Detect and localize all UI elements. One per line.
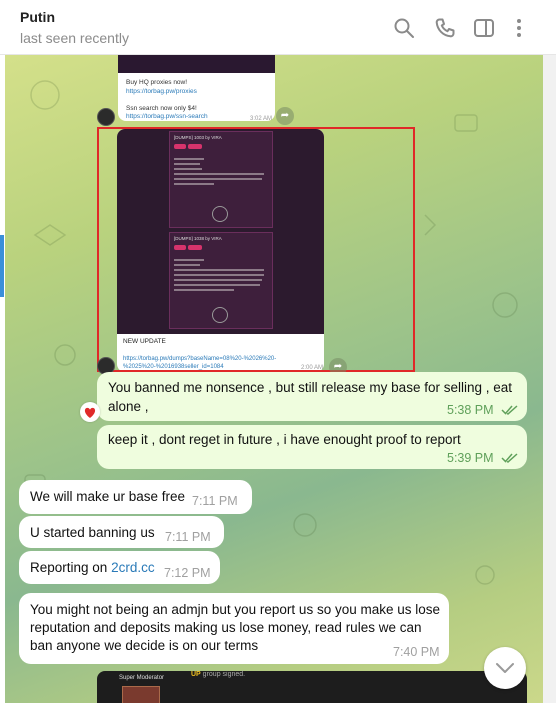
message-text: We will make ur base free bbox=[30, 489, 186, 504]
left-accent-bar bbox=[0, 235, 4, 297]
message-time: 7:12 PM bbox=[164, 566, 211, 580]
message-time: 5:39 PM bbox=[447, 451, 494, 465]
outgoing-message[interactable]: You banned me nonsence , but still relea… bbox=[97, 372, 527, 421]
message-link[interactable]: 2crd.cc bbox=[111, 560, 155, 575]
card-text: UP group signed. bbox=[191, 671, 245, 678]
forwarded-image-card[interactable]: Super Moderator UP group signed. bbox=[97, 671, 527, 703]
read-checkmarks-icon bbox=[501, 405, 518, 415]
chevron-down-icon bbox=[496, 663, 514, 673]
message-time: 7:11 PM bbox=[192, 494, 238, 508]
user-role: Super Moderator bbox=[119, 675, 165, 681]
card-link[interactable]: https://torbag.pw/proxies bbox=[126, 88, 197, 95]
message-time: 3:02 AM bbox=[250, 116, 273, 122]
message-text: keep it , dont reget in future , i have … bbox=[108, 432, 461, 447]
card-text-body: group signed. bbox=[200, 671, 246, 678]
chat-title[interactable]: Putin bbox=[20, 9, 55, 25]
read-checkmarks-icon bbox=[501, 453, 518, 463]
message-time: 5:38 PM bbox=[447, 403, 494, 417]
card-text-line: Ssn search now only $4! bbox=[126, 105, 197, 112]
message-text-prefix: Reporting on bbox=[30, 560, 112, 575]
scrollbar[interactable] bbox=[543, 55, 556, 703]
message-text: Reporting on 2crd.cc bbox=[30, 560, 155, 575]
card-image bbox=[118, 55, 275, 73]
incoming-message[interactable]: We will make ur base free 7:11 PM bbox=[19, 480, 252, 514]
scroll-down-button[interactable] bbox=[484, 647, 526, 689]
phone-icon[interactable] bbox=[433, 16, 457, 40]
incoming-message[interactable]: You might not being an admjn but you rep… bbox=[19, 593, 449, 664]
user-avatar bbox=[122, 686, 160, 703]
card-link[interactable]: https://torbag.pw/ssn-search bbox=[126, 113, 208, 120]
heart-reaction-icon[interactable] bbox=[80, 402, 100, 422]
incoming-message[interactable]: U started banning us 7:11 PM bbox=[19, 516, 224, 548]
sender-avatar[interactable] bbox=[97, 108, 115, 126]
sidebar-toggle-icon[interactable] bbox=[472, 16, 496, 40]
outgoing-message[interactable]: keep it , dont reget in future , i have … bbox=[97, 425, 527, 469]
card-text-prefix: UP bbox=[191, 671, 201, 678]
card-text-line: Buy HQ proxies now! bbox=[126, 79, 188, 86]
highlight-box bbox=[97, 127, 415, 372]
more-options-icon[interactable] bbox=[507, 16, 531, 40]
chat-area[interactable]: Buy HQ proxies now! https://torbag.pw/pr… bbox=[5, 55, 543, 703]
chat-status: last seen recently bbox=[20, 30, 129, 46]
message-text: U started banning us bbox=[30, 525, 155, 540]
search-icon[interactable] bbox=[392, 16, 416, 40]
message-time: 7:40 PM bbox=[393, 645, 440, 659]
forwarded-message-card[interactable]: Buy HQ proxies now! https://torbag.pw/pr… bbox=[118, 55, 275, 122]
chat-header: Putin last seen recently bbox=[0, 0, 556, 55]
message-time: 7:11 PM bbox=[165, 530, 211, 544]
incoming-message[interactable]: Reporting on 2crd.cc 7:12 PM bbox=[19, 551, 220, 584]
share-icon[interactable]: ➦ bbox=[276, 107, 294, 125]
message-text: You might not being an admjn but you rep… bbox=[30, 602, 441, 653]
